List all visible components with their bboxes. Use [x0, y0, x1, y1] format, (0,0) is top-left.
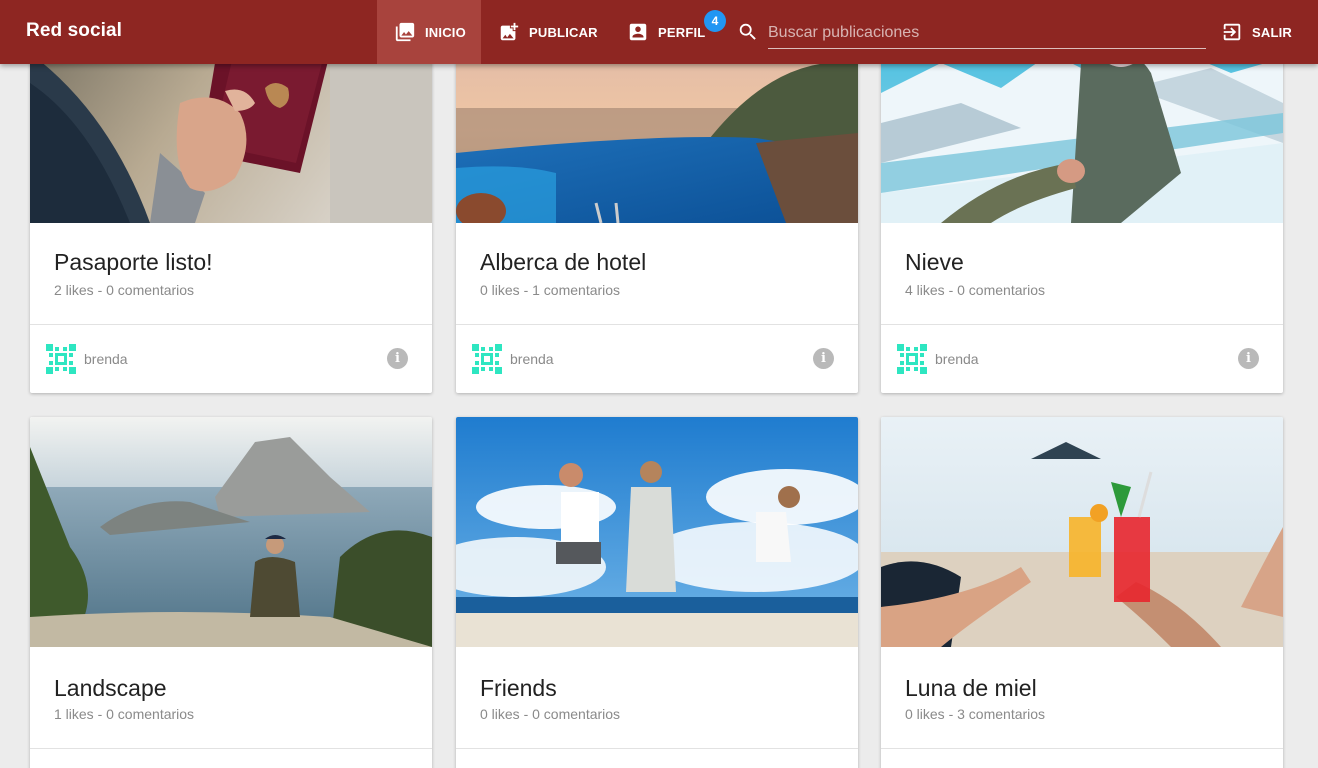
- info-icon[interactable]: i: [387, 348, 408, 369]
- add-photo-icon: [500, 22, 519, 41]
- nav-perfil-label: PERFIL: [658, 24, 706, 40]
- nav-publicar-label: PUBLICAR: [529, 24, 598, 40]
- card-divider: [456, 324, 858, 325]
- info-icon[interactable]: i: [813, 348, 834, 369]
- avatar[interactable]: [472, 344, 502, 374]
- card-divider: [881, 748, 1283, 749]
- info-icon[interactable]: i: [1238, 348, 1259, 369]
- logout-button[interactable]: SALIR: [1221, 0, 1292, 64]
- landscape-photo[interactable]: [30, 417, 432, 647]
- post-card[interactable]: Landscape 1 likes - 0 comentarios: [30, 417, 432, 768]
- card-divider: [30, 748, 432, 749]
- post-stats: 1 likes - 0 comentarios: [54, 706, 195, 722]
- notification-badge[interactable]: 4: [704, 10, 726, 32]
- logout-label: SALIR: [1252, 24, 1292, 40]
- post-stats: 0 likes - 3 comentarios: [905, 706, 1046, 722]
- post-title: Luna de miel: [905, 675, 1037, 701]
- avatar[interactable]: [897, 344, 927, 374]
- card-divider: [881, 324, 1283, 325]
- card-divider: [30, 324, 432, 325]
- post-title: Alberca de hotel: [480, 249, 647, 275]
- post-card[interactable]: Friends 0 likes - 0 comentarios: [456, 417, 858, 768]
- account-box-icon: [629, 23, 647, 41]
- post-stats: 4 likes - 0 comentarios: [905, 282, 1046, 298]
- post-author[interactable]: brenda: [935, 351, 979, 367]
- search-input[interactable]: [768, 18, 1206, 49]
- nav-publicar-button[interactable]: PUBLICAR: [498, 0, 598, 64]
- nav-inicio-button[interactable]: INICIO: [377, 0, 481, 64]
- search-icon[interactable]: [737, 21, 759, 43]
- exit-icon: [1223, 23, 1241, 41]
- app-bar: Red social INICIO PUBLICAR PERFIL 4 SALI…: [0, 0, 1318, 64]
- post-card[interactable]: Luna de miel 0 likes - 3 comentarios: [881, 417, 1283, 768]
- photo-library-icon: [395, 22, 415, 42]
- nav-inicio-label: INICIO: [425, 24, 466, 40]
- avatar[interactable]: [46, 344, 76, 374]
- nav-perfil-button[interactable]: PERFIL: [627, 0, 705, 64]
- post-title: Friends: [480, 675, 557, 701]
- post-author[interactable]: brenda: [510, 351, 554, 367]
- post-stats: 0 likes - 0 comentarios: [480, 706, 621, 722]
- honeymoon-drinks-photo[interactable]: [881, 417, 1283, 647]
- friends-beach-photo[interactable]: [456, 417, 858, 647]
- post-title: Landscape: [54, 675, 167, 701]
- post-title: Pasaporte listo!: [54, 249, 213, 275]
- post-stats: 2 likes - 0 comentarios: [54, 282, 195, 298]
- post-stats: 0 likes - 1 comentarios: [480, 282, 621, 298]
- app-title[interactable]: Red social: [26, 20, 122, 42]
- post-title: Nieve: [905, 249, 964, 275]
- card-divider: [456, 748, 858, 749]
- post-author[interactable]: brenda: [84, 351, 128, 367]
